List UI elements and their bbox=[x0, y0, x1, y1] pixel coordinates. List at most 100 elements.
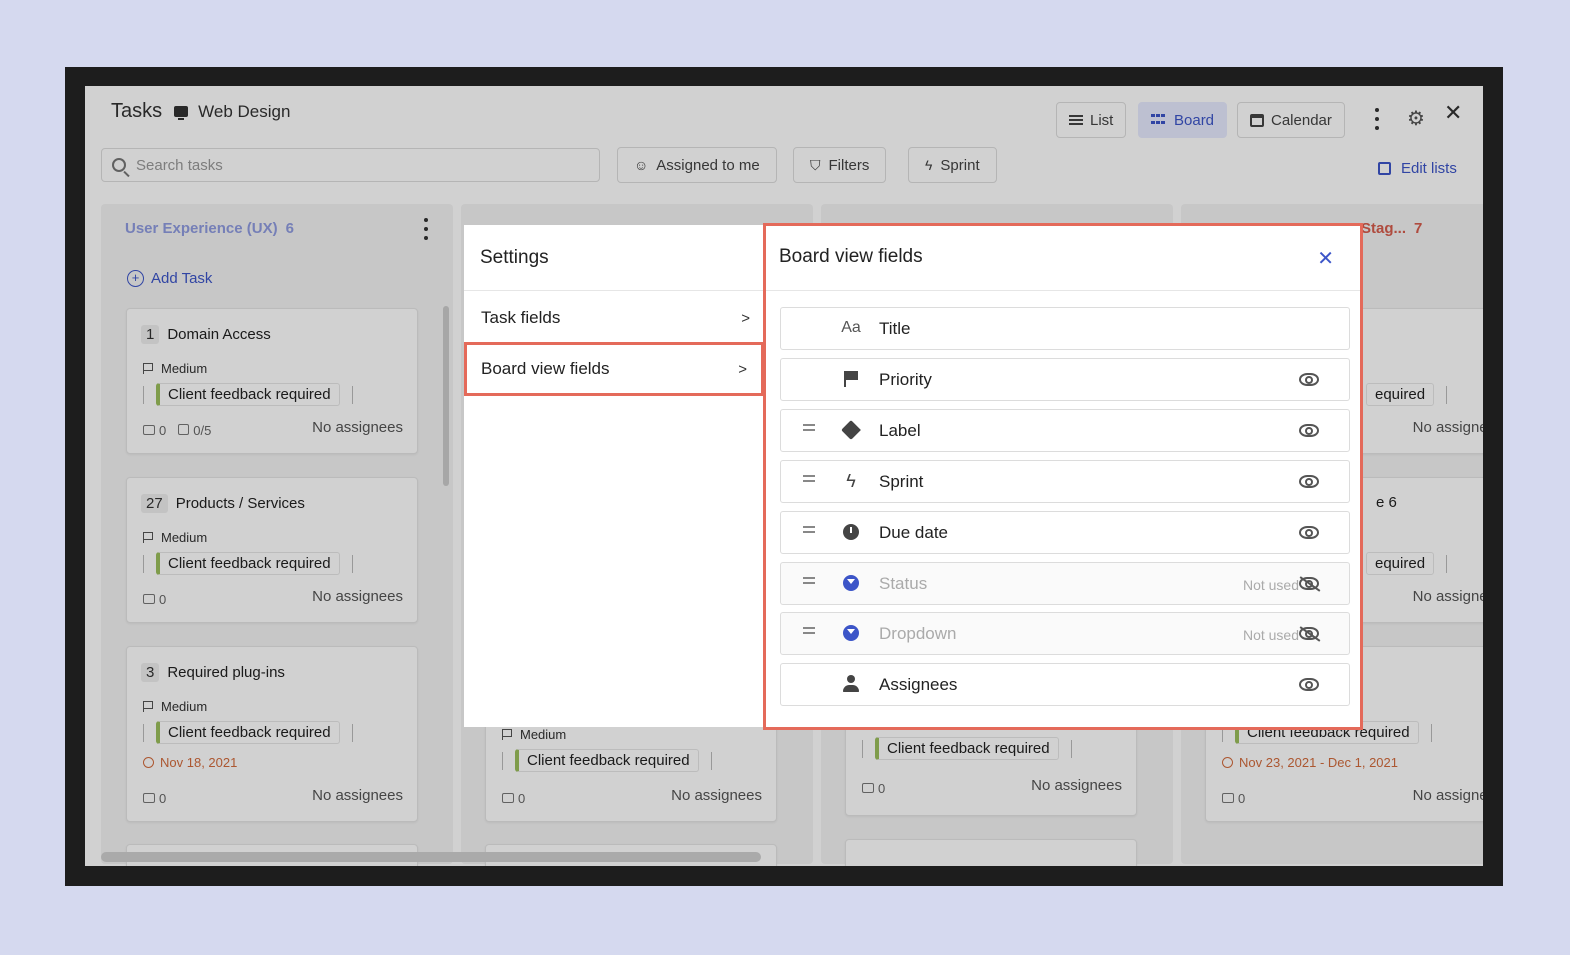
field-row-label[interactable]: Label bbox=[780, 409, 1350, 452]
task-assignees: No assignee bbox=[1412, 588, 1483, 605]
eye-icon[interactable] bbox=[1299, 526, 1319, 539]
comment-count: 0 bbox=[862, 781, 885, 796]
clock-icon bbox=[143, 757, 154, 768]
add-task-button[interactable]: + Add Task bbox=[127, 270, 212, 287]
field-row-due-date[interactable]: Due date bbox=[780, 511, 1350, 554]
task-priority: Medium bbox=[161, 530, 208, 545]
task-card[interactable]: 1 Domain Access Medium Client feedback re… bbox=[126, 308, 418, 454]
view-board-label: Board bbox=[1174, 111, 1215, 129]
eye-icon[interactable] bbox=[1299, 678, 1319, 691]
settings-item-board-view-fields[interactable]: Board view fields > bbox=[464, 342, 764, 396]
task-number: 1 bbox=[141, 325, 160, 344]
column-menu-icon[interactable] bbox=[423, 218, 429, 240]
view-calendar-button[interactable]: Calendar bbox=[1237, 102, 1345, 138]
search-placeholder: Search tasks bbox=[136, 156, 223, 174]
comment-icon bbox=[143, 594, 155, 604]
drag-handle-icon[interactable] bbox=[803, 526, 815, 533]
search-input[interactable]: Search tasks bbox=[101, 148, 600, 182]
field-name: Label bbox=[879, 421, 921, 440]
checklist-count: 0/5 bbox=[178, 423, 211, 438]
page-title-text: Tasks bbox=[111, 100, 163, 122]
view-board-button[interactable]: Board bbox=[1138, 102, 1228, 138]
task-label-tag: Client feedback required bbox=[875, 737, 1059, 760]
search-icon bbox=[112, 158, 126, 172]
close-icon[interactable]: ✕ bbox=[1317, 246, 1334, 271]
eye-icon[interactable] bbox=[1299, 373, 1319, 386]
edit-lists-button[interactable]: Edit lists bbox=[1378, 160, 1457, 177]
project-name-label: Web Design bbox=[198, 101, 291, 121]
eye-off-icon[interactable] bbox=[1299, 627, 1319, 640]
assigned-to-me-button[interactable]: ☺ Assigned to me bbox=[617, 147, 777, 183]
field-row-title: Aa Title bbox=[780, 307, 1350, 350]
eye-off-icon[interactable] bbox=[1299, 577, 1319, 590]
view-list-button[interactable]: List bbox=[1056, 102, 1127, 138]
filters-button[interactable]: ⛉ Filters bbox=[793, 147, 887, 183]
not-used-label: Not used bbox=[1242, 577, 1299, 593]
task-card[interactable]: 3 Required plug-ins Medium Client feedbac… bbox=[126, 646, 418, 822]
task-title: Required plug-ins bbox=[167, 664, 285, 681]
task-label-tag: Client feedback required bbox=[156, 552, 340, 575]
task-label-tag: Client feedback required bbox=[156, 721, 340, 744]
filters-label: Filters bbox=[828, 156, 870, 174]
column-scrollbar[interactable] bbox=[443, 306, 449, 486]
edit-lists-icon bbox=[1378, 162, 1391, 175]
text-aa-icon: Aa bbox=[841, 319, 861, 336]
drag-handle-icon[interactable] bbox=[803, 424, 815, 431]
field-name: Title bbox=[879, 319, 911, 338]
field-row-status[interactable]: Status Not used bbox=[780, 562, 1350, 605]
gear-icon[interactable]: ⚙ bbox=[1407, 106, 1425, 131]
column-title: Stag... 7 bbox=[1361, 220, 1422, 237]
not-used-label: Not used bbox=[1242, 627, 1299, 643]
comment-icon bbox=[502, 793, 514, 803]
field-name: Sprint bbox=[879, 472, 924, 491]
clock-icon bbox=[841, 522, 861, 542]
flag-icon bbox=[143, 532, 153, 543]
comment-count: 0 bbox=[502, 791, 525, 806]
settings-item-task-fields[interactable]: Task fields > bbox=[464, 291, 764, 345]
drag-handle-icon[interactable] bbox=[803, 475, 815, 482]
dropdown-icon bbox=[841, 623, 861, 643]
task-assignees: No assignee bbox=[1412, 787, 1483, 804]
clock-icon bbox=[1222, 757, 1233, 768]
task-card[interactable]: 27 Products / Services Medium Client feed… bbox=[126, 477, 418, 623]
task-card[interactable] bbox=[845, 839, 1137, 866]
task-assignees: No assignees bbox=[312, 588, 403, 605]
task-card[interactable]: Client feedback required 0 No assignees bbox=[845, 724, 1137, 816]
board-horizontal-scrollbar[interactable] bbox=[101, 852, 761, 862]
task-title: Domain Access bbox=[167, 326, 271, 343]
project-name[interactable]: Web Design bbox=[174, 102, 290, 122]
eye-icon[interactable] bbox=[1299, 424, 1319, 437]
status-icon bbox=[841, 573, 861, 593]
task-due-date: Nov 23, 2021 - Dec 1, 2021 bbox=[1239, 755, 1398, 770]
task-assignees: No assignees bbox=[671, 787, 762, 804]
close-icon[interactable]: ✕ bbox=[1444, 100, 1462, 126]
task-label-tag: Client feedback required bbox=[515, 749, 699, 772]
board-icon bbox=[1151, 114, 1167, 126]
bolt-icon: ϟ bbox=[925, 157, 933, 173]
eye-icon[interactable] bbox=[1299, 475, 1319, 488]
field-row-assignees: Assignees bbox=[780, 663, 1350, 706]
sprint-label: Sprint bbox=[940, 156, 980, 174]
tag-icon bbox=[841, 420, 861, 440]
field-name: Dropdown bbox=[879, 624, 957, 643]
field-name: Assignees bbox=[879, 675, 958, 694]
task-priority: Medium bbox=[161, 699, 208, 714]
field-row-dropdown[interactable]: Dropdown Not used bbox=[780, 612, 1350, 655]
more-options-icon[interactable] bbox=[1374, 108, 1380, 130]
column-count: 7 bbox=[1414, 220, 1423, 237]
sprint-button[interactable]: ϟ Sprint bbox=[908, 147, 997, 183]
task-title: e 6 bbox=[1376, 494, 1397, 511]
calendar-icon bbox=[1250, 113, 1264, 127]
task-card[interactable]: Medium Client feedback required 0 No ass… bbox=[485, 714, 777, 822]
comment-icon bbox=[143, 793, 155, 803]
drag-handle-icon[interactable] bbox=[803, 577, 815, 584]
flag-icon bbox=[841, 369, 861, 389]
person-icon bbox=[841, 674, 861, 694]
drag-handle-icon[interactable] bbox=[803, 627, 815, 634]
field-row-sprint[interactable]: ϟ Sprint bbox=[780, 460, 1350, 503]
chevron-right-icon: > bbox=[738, 360, 747, 378]
bolt-icon: ϟ bbox=[846, 470, 856, 491]
list-icon bbox=[1069, 115, 1083, 125]
task-assignees: No assignees bbox=[312, 787, 403, 804]
add-task-label: Add Task bbox=[151, 270, 213, 287]
